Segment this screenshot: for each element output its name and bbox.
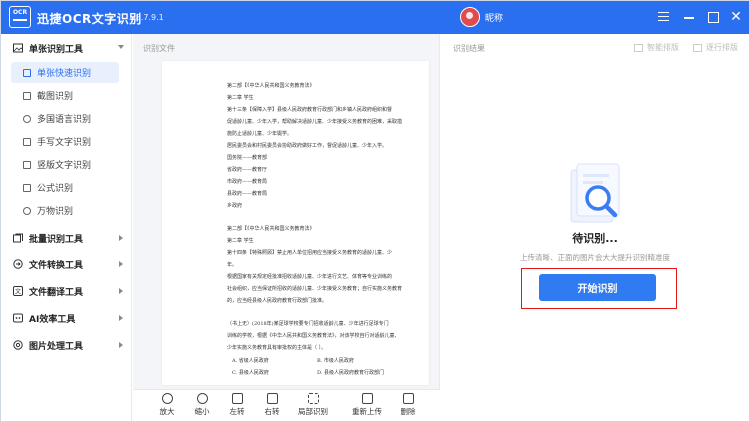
partial-scan-button[interactable]: 局部识别: [296, 393, 330, 417]
sidebar-group-ai[interactable]: AI效率工具: [1, 307, 132, 329]
svg-text:文: 文: [15, 288, 21, 296]
zoom-out-icon: [196, 393, 208, 404]
doc-line: 县政府——教育局: [227, 191, 268, 197]
trash-icon: [402, 393, 414, 404]
doc-line: 第二部【《中华人民共和国义务教育法》: [227, 83, 315, 89]
zoom-in-icon: [161, 393, 173, 404]
doc-line: D. 县级人民政府教育行政部门: [317, 370, 385, 376]
result-panel-label: 识别结果: [453, 44, 485, 53]
sidebar-group-translate[interactable]: 文 文件翻译工具: [1, 280, 132, 302]
title-bar: OCR 迅捷OCR文字识别 v8.7.9.1 昵称 ✕: [1, 1, 749, 34]
pen-icon: [23, 137, 31, 146]
doc-line: 国务院——教育部: [227, 155, 268, 161]
chevron-down-icon: [118, 45, 124, 49]
file-panel: 识别文件 第二部【《中华人民共和国义务教育法》 第二章 学生 第十三条【保障入学…: [133, 34, 440, 421]
layout-icon: [634, 43, 643, 52]
chevron-right-icon: [119, 315, 123, 321]
app-logo: OCR: [9, 6, 31, 28]
convert-icon: [13, 259, 23, 269]
crop-icon: [23, 91, 31, 100]
document-preview: 第二部【《中华人民共和国义务教育法》 第二章 学生 第十三条【保障入学】县级人民…: [162, 61, 429, 385]
status-text: 待识别...: [572, 232, 618, 245]
result-panel: 识别结果 智能排版 逐行排版 待识别... 上传清晰、正面的图片会大大提升识别精…: [441, 34, 749, 421]
picture-icon: [13, 340, 23, 350]
doc-line: 第十四条【特殊照顾】禁止用人单位招用应当接受义务教育的适龄儿童、少: [227, 250, 393, 256]
sidebar-item-multilang[interactable]: 多国语言识别: [11, 108, 119, 129]
chevron-right-icon: [119, 235, 123, 241]
doc-line: 训练的学校，根据《中华人民共和国义务教育法》，对该学校自行对适龄儿童、: [227, 333, 400, 339]
sidebar-item-screenshot[interactable]: 截图识别: [11, 85, 119, 106]
doc-line: 促适龄儿童、少年入学，帮助解决适龄儿童、少年接受义务教育的困难，采取措: [227, 119, 403, 125]
menu-icon[interactable]: [655, 9, 671, 25]
sidebar-item-handwriting[interactable]: 手写文字识别: [11, 131, 119, 152]
doc-line: 省政府——教育厅: [227, 167, 268, 173]
doc-line: C. 县级人民政府: [232, 370, 269, 376]
preview-toolbar: 放大 缩小 左转 右转 局部识别 重新上传 删除: [133, 389, 440, 421]
upload-icon: [361, 393, 373, 404]
sidebar-group-convert[interactable]: 文件转换工具: [1, 253, 132, 275]
stack-icon: [13, 233, 23, 243]
rotate-right-button[interactable]: 右转: [255, 393, 289, 417]
doc-line: 居民委员会和村民委员会协助政府做好工作，督促适龄儿童、少年入学。: [227, 143, 388, 149]
sidebar-group-single[interactable]: 单张识别工具: [1, 37, 132, 59]
sidebar-item-formula[interactable]: 公式识别: [11, 177, 119, 198]
doc-line: 年。: [227, 262, 238, 268]
doc-line: （书上无）(2018年)某足球学校要专门招收适龄儿童、少年进行足球专门: [227, 321, 389, 327]
doc-line: 乡政府: [227, 203, 243, 209]
doc-line: 市政府——教育局: [227, 179, 268, 185]
rotate-right-icon: [266, 393, 278, 404]
flower-icon: [23, 206, 31, 215]
doc-line: 根据国家有关规定经批准招收适龄儿童、少年进行文艺、体育等专业训练的: [227, 274, 393, 280]
delete-button[interactable]: 删除: [391, 393, 425, 417]
maximize-icon[interactable]: [705, 9, 721, 25]
chevron-right-icon: [119, 288, 123, 294]
start-recognition-button[interactable]: 开始识别: [539, 274, 656, 301]
nickname[interactable]: 昵称: [485, 11, 503, 24]
chevron-right-icon: [119, 342, 123, 348]
close-icon[interactable]: ✕: [728, 9, 744, 25]
doc-line: 少年实施义务教育具有审批权的主体是（ ）。: [227, 345, 327, 351]
image-icon: [13, 43, 23, 53]
user-profile[interactable]: 昵称: [460, 7, 503, 27]
sidebar-item-vertical-text[interactable]: 竖版文字识别: [11, 154, 119, 175]
minimize-icon[interactable]: [681, 9, 697, 25]
sidebar-group-batch[interactable]: 批量识别工具: [1, 227, 132, 249]
doc-line: 第二章 学生: [227, 95, 254, 101]
zoom-out-button[interactable]: 缩小: [185, 393, 219, 417]
reupload-button[interactable]: 重新上传: [350, 393, 384, 417]
doc-line: 第十三条【保障入学】县级人民政府教育行政部门和乡镇人民政府组织和督: [227, 107, 393, 113]
doc-line: 第二部【《中华人民共和国义务教育法》: [227, 226, 315, 232]
doc-line: 第二章 学生: [227, 238, 254, 244]
doc-line: A. 省级人民政府: [232, 358, 269, 364]
sidebar-item-single-quick[interactable]: 单张快速识别: [11, 62, 119, 83]
upload-hint: 上传清晰、正面的图片会大大提升识别精准度: [520, 253, 670, 262]
globe-icon: [23, 114, 31, 123]
sidebar-item-object[interactable]: 万物识别: [11, 200, 119, 221]
doc-line: 社会组织，应当保证所招收的适龄儿童、少年接受义务教育；自行实施义务教育: [227, 286, 403, 292]
zoom-in-button[interactable]: 放大: [150, 393, 184, 417]
highlight-box: 开始识别: [521, 268, 677, 309]
sidebar: 单张识别工具 单张快速识别 截图识别 多国语言识别 手写文字识别 竖版文字识别 …: [1, 34, 132, 421]
rotate-left-icon: [231, 393, 243, 404]
vertical-text-icon: [23, 160, 31, 169]
doc-line: 的，应当经县级人民政府教育行政部门批准。: [227, 298, 328, 304]
lines-icon: [693, 43, 702, 52]
partial-scan-icon: [307, 393, 319, 404]
doc-line: B. 市级人民政府: [317, 358, 354, 364]
translate-icon: 文: [13, 286, 23, 296]
avatar[interactable]: [460, 7, 480, 27]
chevron-right-icon: [119, 261, 123, 267]
doc-line: 施防止适龄儿童、少年辍学。: [227, 131, 293, 137]
line-layout-button[interactable]: 逐行排版: [693, 42, 738, 53]
formula-icon: [23, 183, 31, 192]
file-panel-label: 识别文件: [143, 44, 175, 53]
sidebar-group-image[interactable]: 图片处理工具: [1, 334, 132, 356]
rotate-left-button[interactable]: 左转: [220, 393, 254, 417]
magnifier-illustration-icon: [570, 163, 620, 223]
ai-icon: [13, 313, 23, 323]
app-version: v8.7.9.1: [131, 13, 164, 22]
app-title: 迅捷OCR文字识别: [37, 12, 142, 26]
image-icon: [23, 68, 31, 77]
smart-layout-button[interactable]: 智能排版: [634, 42, 679, 53]
